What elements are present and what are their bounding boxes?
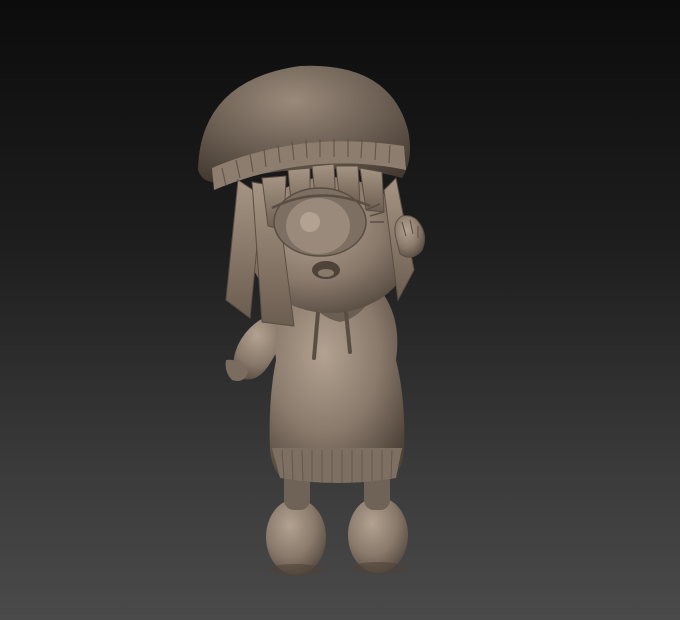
sculpt-model-figure[interactable]	[0, 0, 680, 620]
open-mouth	[312, 261, 340, 279]
boot-left	[266, 499, 326, 576]
sculpt-viewport[interactable]	[0, 0, 680, 620]
raised-hand	[394, 215, 426, 258]
